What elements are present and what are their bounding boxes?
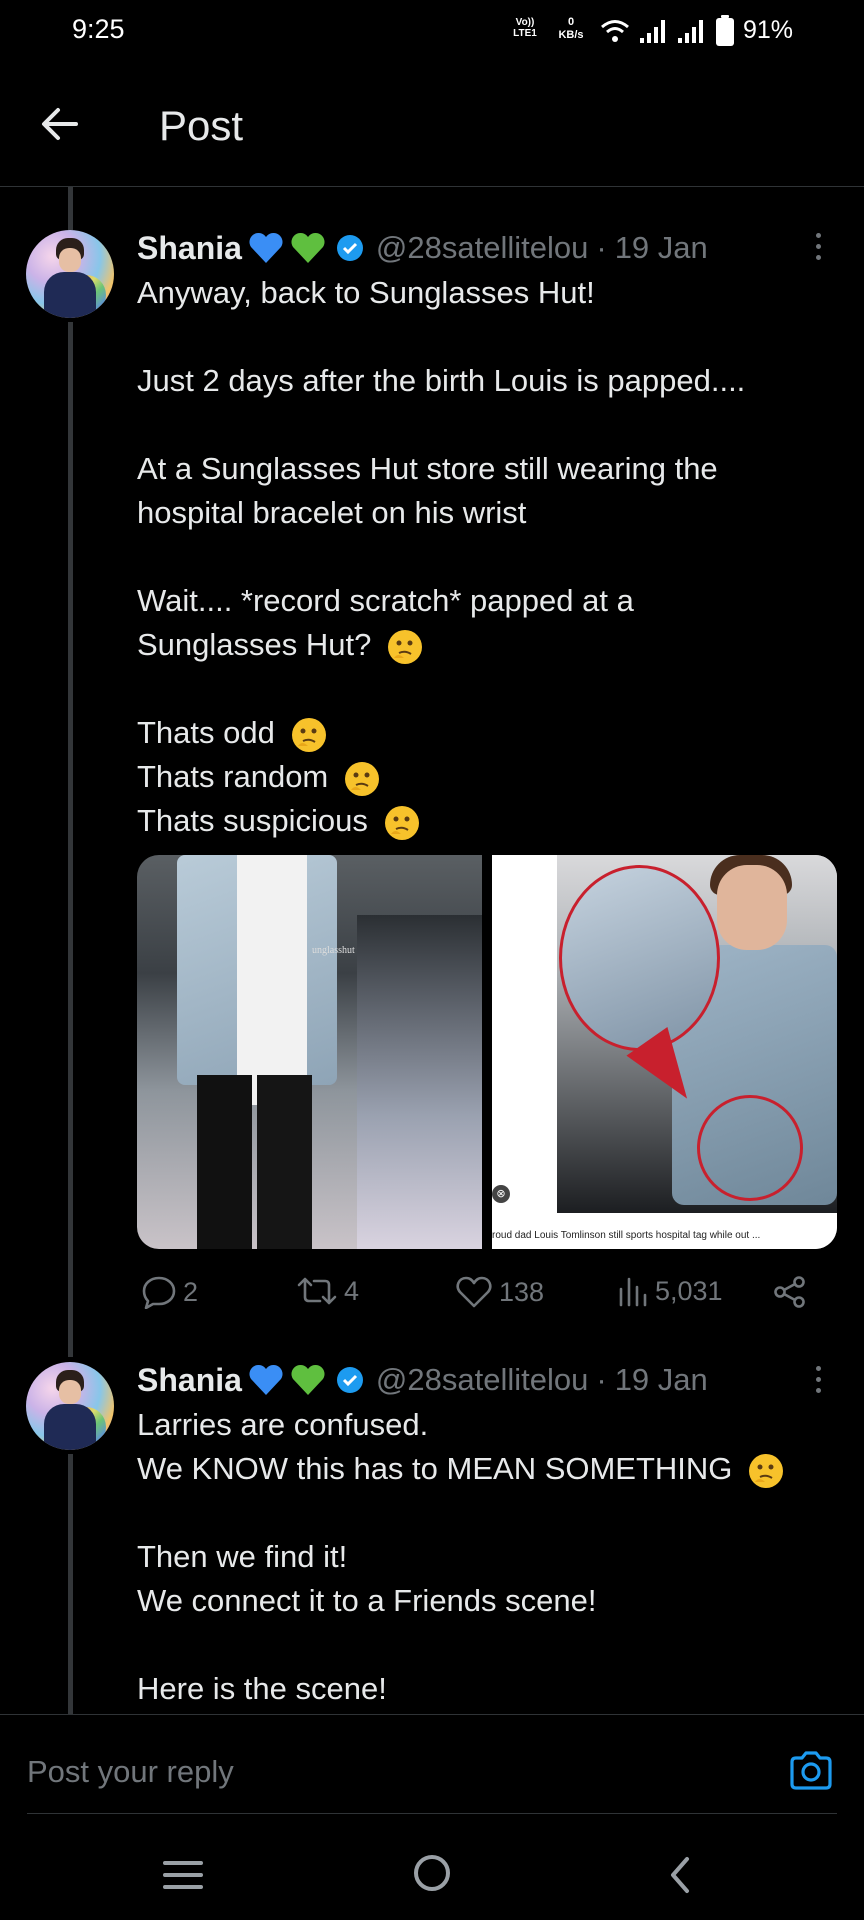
like-button[interactable]: 138	[455, 1275, 544, 1309]
tweet-text-line: Then we find it!	[137, 1539, 348, 1574]
signal-icon	[640, 20, 665, 43]
reply-icon	[142, 1276, 176, 1309]
tweet-text-line-with-emoji: Thats suspicious	[137, 799, 421, 843]
more-options-icon[interactable]	[816, 233, 821, 266]
reply-count: 2	[183, 1276, 199, 1307]
tweet-text-line-with-emoji: We KNOW this has to MEAN SOMETHING	[137, 1447, 785, 1491]
reply-input-underline	[27, 1813, 837, 1814]
separator-dot: ·	[596, 1362, 607, 1397]
views-count: 5,031	[655, 1275, 723, 1306]
recent-apps-icon[interactable]	[162, 1858, 204, 1892]
media-image-1[interactable]: unglasshut	[137, 855, 482, 1249]
page-title: Post	[159, 102, 244, 149]
blue-heart-icon	[249, 1364, 283, 1395]
share-button[interactable]	[773, 1275, 813, 1309]
green-heart-icon	[291, 232, 325, 263]
thread-line-bottom	[68, 1454, 73, 1714]
tweet-text-line: Larries are confused.	[137, 1407, 429, 1442]
repost-count: 4	[344, 1275, 360, 1306]
tweet-header: Shania @28satellitelou · 19 Jan	[137, 1358, 708, 1402]
thread-line-middle	[68, 322, 73, 1357]
data-speed: 0 KB/s	[554, 16, 588, 42]
share-icon	[774, 1276, 805, 1308]
data-speed-value: 0	[567, 16, 575, 28]
network-volte: Vo))	[515, 17, 535, 28]
heart-icon	[456, 1276, 492, 1308]
tweet-text-line: Here is the scene!	[137, 1671, 387, 1706]
blue-heart-icon	[249, 232, 283, 263]
thinking-face-icon	[344, 761, 379, 796]
views-button[interactable]: 5,031	[617, 1275, 723, 1307]
post-date[interactable]: 19 Jan	[615, 1362, 708, 1398]
status-time: 9:25	[72, 14, 125, 44]
thread-line-top	[68, 187, 73, 230]
verified-badge-icon	[336, 235, 363, 261]
back-icon[interactable]	[665, 1855, 695, 1895]
tweet-text-line: At a Sunglasses Hut store still wearing …	[137, 451, 718, 486]
tweet-text: Sunglasses Hut?	[137, 627, 372, 662]
author-name[interactable]: Shania	[137, 230, 242, 267]
network-indicator: Vo)) LTE1	[512, 17, 538, 39]
tweet-header: Shania @28satellitelou · 19 Jan	[137, 226, 708, 270]
store-sign-text: unglasshut	[312, 945, 355, 956]
thinking-face-icon	[749, 1453, 784, 1488]
wifi-icon	[601, 20, 629, 42]
tweet-text: Thats suspicious	[137, 803, 368, 838]
post-date[interactable]: 19 Jan	[615, 230, 708, 266]
link-icon: ⊗	[492, 1185, 510, 1203]
tweet-text: We KNOW this has to MEAN SOMETHING	[137, 1451, 733, 1486]
tweet-text-line-with-emoji: Thats random	[137, 755, 381, 799]
tweet-text: Thats odd	[137, 715, 275, 750]
network-lte: LTE1	[513, 28, 537, 39]
arrow-left-icon[interactable]	[40, 104, 80, 144]
tweet-text-line-with-emoji: Thats odd	[137, 711, 328, 755]
more-options-icon[interactable]	[816, 1366, 821, 1399]
home-icon[interactable]	[412, 1853, 452, 1893]
tweet-text-line-with-emoji: Sunglasses Hut?	[137, 623, 424, 667]
camera-icon[interactable]	[788, 1750, 834, 1792]
battery-icon	[716, 15, 734, 46]
thinking-face-icon	[291, 717, 326, 752]
separator-dot: ·	[596, 230, 607, 265]
repost-icon	[297, 1277, 337, 1305]
author-handle[interactable]: @28satellitelou	[376, 1362, 588, 1398]
tweet-text: Thats random	[137, 759, 329, 794]
thinking-face-icon	[384, 805, 419, 840]
reply-input[interactable]: Post your reply	[27, 1754, 234, 1790]
repost-button[interactable]: 4	[296, 1275, 359, 1307]
avatar[interactable]	[26, 230, 114, 318]
verified-badge-icon	[336, 1367, 363, 1393]
media-image-2[interactable]: ⊗ roud dad Louis Tomlinson still sports …	[492, 855, 837, 1249]
data-speed-unit: KB/s	[558, 29, 584, 41]
reply-bar-divider	[0, 1714, 864, 1715]
avatar[interactable]	[26, 1362, 114, 1450]
like-count: 138	[499, 1276, 545, 1307]
tweet-text-line: Anyway, back to Sunglasses Hut!	[137, 275, 595, 310]
image-caption: roud dad Louis Tomlinson still sports ho…	[492, 1230, 761, 1241]
author-name[interactable]: Shania	[137, 1362, 242, 1399]
tweet-text-line: Just 2 days after the birth Louis is pap…	[137, 363, 746, 398]
author-handle[interactable]: @28satellitelou	[376, 230, 588, 266]
tweet-text-line: hospital bracelet on his wrist	[137, 495, 527, 530]
thinking-face-icon	[388, 629, 422, 664]
views-icon	[619, 1277, 647, 1307]
battery-percent: 91%	[743, 16, 794, 44]
tweet-text-line: Wait.... *record scratch* papped at a	[137, 583, 634, 618]
reply-button[interactable]: 2	[141, 1275, 198, 1309]
green-heart-icon	[291, 1364, 325, 1395]
media-grid: unglasshut ⊗ roud dad Louis Tomlinson st…	[137, 855, 837, 1249]
tweet-text-line: We connect it to a Friends scene!	[137, 1583, 597, 1618]
signal-icon-2	[678, 20, 703, 43]
header-divider	[0, 186, 864, 187]
